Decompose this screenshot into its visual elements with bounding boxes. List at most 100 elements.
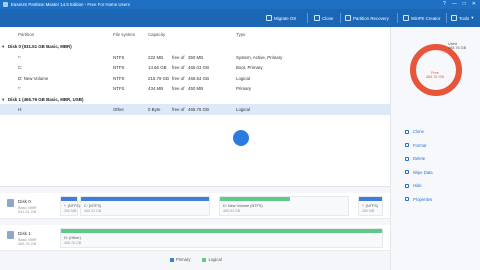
wipe-icon xyxy=(405,170,409,175)
clone-operation[interactable]: Clone xyxy=(405,125,433,139)
legend: Primary Logical xyxy=(170,257,222,262)
disk-map-label: Disk 0 Basic MBR 931.51 GB xyxy=(18,199,37,214)
header-file-system[interactable]: File system xyxy=(113,32,135,37)
disk-map-row[interactable]: Disk 0 Basic MBR 931.51 GB *: (NTFS) 350… xyxy=(0,193,390,219)
partition-fs: NTFS xyxy=(113,75,125,81)
winpe-creator-button[interactable]: WinPE Creator xyxy=(403,13,440,23)
recovery-icon xyxy=(345,15,351,21)
partition-segment[interactable]: *: (NTFS) 350 MB xyxy=(60,196,81,216)
window-controls: ? — □ ✕ xyxy=(443,1,476,7)
collapse-icon[interactable]: ▾ xyxy=(2,97,4,103)
op-label: Wipe Data xyxy=(413,169,433,175)
operations-list: Clone Format Delete Wipe Data Hide Prope… xyxy=(405,125,433,206)
table-row[interactable]: *: NTFS 222 MB free of 350 MB System, Ac… xyxy=(0,52,390,63)
partition-table: ▾ Disk 0 (931.51 GB Basic, MBR) *: NTFS … xyxy=(0,41,390,115)
segment-label: *: (NTFS) xyxy=(64,204,81,208)
legend-item: Primary xyxy=(170,257,190,262)
disk-map-size: 931.51 GB xyxy=(18,210,37,214)
close-button[interactable]: ✕ xyxy=(472,1,476,7)
disk-map-row[interactable]: Disk 1 Basic MBR 465.76 GB H: (Other) 46… xyxy=(0,225,390,251)
wipe-data-operation[interactable]: Wipe Data xyxy=(405,166,433,180)
help-button[interactable]: ? xyxy=(443,1,446,7)
table-row[interactable]: C: NTFS 14.66 GB free of 465.03 GB Boot,… xyxy=(0,62,390,73)
window-title: EaseUS Partition Master 14.5 Edition - F… xyxy=(11,2,130,7)
header-capacity[interactable]: Capacity xyxy=(148,32,165,37)
table-row[interactable]: *: NTFS 434 MB free of 450 MB Primary xyxy=(0,83,390,94)
collapse-icon[interactable]: ▾ xyxy=(2,44,4,50)
operations-panel: Clone Format Delete Wipe Data Hide Prope… xyxy=(390,27,480,270)
segment-label: H: (Other) xyxy=(64,236,81,240)
segment-fill xyxy=(81,197,209,201)
partition-total: 465.54 GB xyxy=(188,75,209,81)
winpe-icon xyxy=(403,15,409,21)
migrate-os-button[interactable]: Migrate OS xyxy=(266,13,296,23)
hard-disk-icon xyxy=(7,199,14,207)
segment-fill xyxy=(61,197,77,201)
partition-type: Primary xyxy=(236,86,252,91)
header-type[interactable]: Type xyxy=(236,32,246,37)
hide-operation[interactable]: Hide xyxy=(405,179,433,193)
format-operation[interactable]: Format xyxy=(405,139,433,153)
op-label: Clone xyxy=(413,129,424,135)
partition-recovery-button[interactable]: Partition Recovery xyxy=(345,13,389,23)
partition-recovery-label: Partition Recovery xyxy=(353,15,389,21)
properties-operation[interactable]: Properties xyxy=(405,193,433,207)
clone-icon xyxy=(405,129,409,134)
segment-size: 450 MB xyxy=(362,209,375,213)
partition-segment[interactable]: C: (NTFS) 465.03 GB xyxy=(80,196,210,216)
disk-map-label: Disk 1 Basic MBR 465.76 GB xyxy=(18,231,37,246)
partition-free-label: free of xyxy=(172,107,185,112)
maximize-button[interactable]: □ xyxy=(463,1,466,7)
partition-used: 0 Byte xyxy=(148,107,161,112)
partition-free-label: free of xyxy=(172,86,185,91)
free-value: 465.76 GB xyxy=(425,75,445,79)
partition-type: Boot, Primary xyxy=(236,65,263,70)
tools-button[interactable]: Tools ▾ xyxy=(451,13,473,23)
partition-used: 216.79 GB xyxy=(148,75,169,81)
migrate-icon xyxy=(266,15,272,21)
usb-disk-icon xyxy=(7,231,14,239)
migrate-os-label: Migrate OS xyxy=(274,15,297,21)
partition-segment[interactable]: D: New Volume (NTFS) 465.54 GB xyxy=(219,196,349,216)
app-logo-icon xyxy=(3,2,8,7)
legend-swatch xyxy=(170,257,174,262)
table-row-selected[interactable]: H: Other 0 Byte free of 465.76 GB Logica… xyxy=(0,104,390,115)
toolbar-separator xyxy=(340,13,341,23)
clone-button[interactable]: Clone xyxy=(314,13,333,23)
format-icon xyxy=(405,143,409,148)
partition-fs: NTFS xyxy=(113,65,125,70)
title-bar: EaseUS Partition Master 14.5 Edition - F… xyxy=(0,0,480,9)
winpe-creator-label: WinPE Creator xyxy=(411,15,441,21)
op-label: Properties xyxy=(413,196,433,202)
toolbar: Migrate OS Clone Partition Recovery WinP… xyxy=(0,9,480,27)
disk-name: Disk 0 (931.51 GB Basic, MBR) xyxy=(8,44,72,49)
header-partition[interactable]: Partition xyxy=(18,32,34,37)
partition-type: System, Active, Primary xyxy=(236,54,283,60)
used-value: 465.76 GB xyxy=(448,46,467,50)
toolbar-separator xyxy=(446,13,447,23)
donut-center-text: Free 465.76 GB xyxy=(390,71,480,79)
partition-fs: NTFS xyxy=(113,86,125,91)
segment-fill xyxy=(61,229,382,233)
partition-used: 14.66 GB xyxy=(148,65,167,70)
toolbar-separator xyxy=(397,13,398,23)
disk-row[interactable]: ▾ Disk 1 (465.76 GB Basic, MBR, USB) xyxy=(0,94,390,105)
disk-row[interactable]: ▾ Disk 0 (931.51 GB Basic, MBR) xyxy=(0,41,390,52)
table-row[interactable]: D: New Volume NTFS 216.79 GB free of 465… xyxy=(0,73,390,84)
partition-used: 222 MB xyxy=(148,54,164,60)
minimize-button[interactable]: — xyxy=(452,1,457,7)
partition-free-label: free of xyxy=(172,75,185,81)
properties-icon xyxy=(405,197,409,202)
partition-segment[interactable]: H: (Other) 465.76 GB xyxy=(60,228,383,248)
click-indicator xyxy=(233,130,249,146)
partition-free-label: free of xyxy=(172,65,185,70)
partition-segment[interactable]: *: (NTFS) 450 MB xyxy=(358,196,383,216)
delete-operation[interactable]: Delete xyxy=(405,152,433,166)
segment-fill xyxy=(220,197,291,201)
table-header: Partition File system Capacity Type xyxy=(0,31,390,39)
segment-label: C: (NTFS) xyxy=(84,204,102,208)
op-label: Hide xyxy=(413,183,422,189)
partition-used: 434 MB xyxy=(148,86,164,91)
partition-fs: Other xyxy=(113,107,124,112)
segment-size: 465.03 GB xyxy=(84,209,102,213)
